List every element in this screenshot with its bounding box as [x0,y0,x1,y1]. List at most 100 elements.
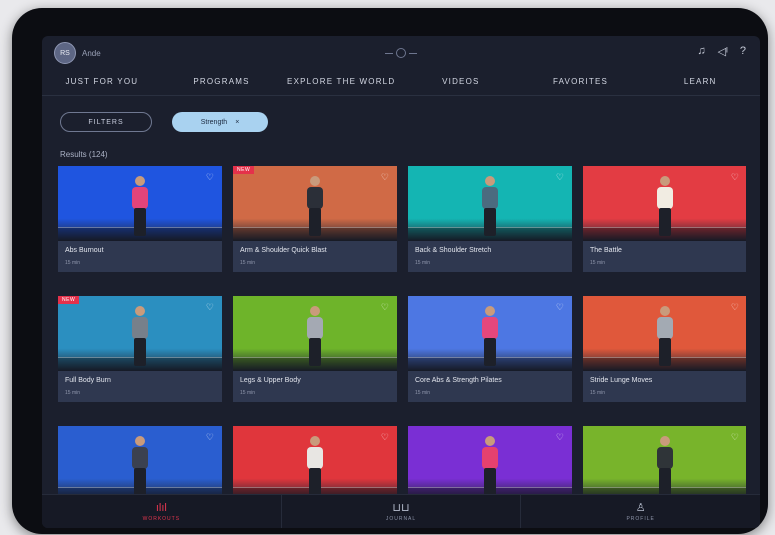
instructor-figure [305,306,325,366]
tab-divider [42,95,760,96]
instructor-figure [130,436,150,496]
video-card[interactable]: ♡ [58,426,222,496]
video-duration: 15 min [65,390,81,396]
video-title: Arm & Shoulder Quick Blast [240,247,327,254]
instructor-figure [480,436,500,496]
video-thumbnail: ♡ [408,426,572,496]
video-duration: 15 min [590,260,606,266]
app-logo-icon [376,46,426,60]
favorite-heart-icon[interactable]: ♡ [731,302,739,313]
instructor-figure [480,306,500,366]
video-thumbnail: ♡ [583,426,746,496]
tab-learn[interactable]: LEARN [640,72,760,96]
video-title: Abs Burnout [65,247,104,254]
instructor-figure [130,306,150,366]
nav-label: WORKOUTS [142,515,181,522]
tablet-frame: RS Ande ♫ ◁ᴵ ? JUST FOR YOU PROGRAMS EXP… [12,8,768,534]
nav-label: JOURNAL [385,515,417,522]
nav-workouts[interactable]: ılıl WORKOUTS [42,495,282,528]
filter-row: FILTERS Strength × [60,112,268,132]
strength-filter-chip[interactable]: Strength × [172,112,268,132]
favorite-heart-icon[interactable]: ♡ [206,302,214,313]
avatar[interactable]: RS [54,42,76,64]
video-card[interactable]: ♡ Core Abs & Strength Pilates 15 min [408,296,572,402]
video-title: Full Body Burn [65,377,111,384]
video-thumbnail: ♡ [408,296,572,371]
top-bar: RS Ande ♫ ◁ᴵ ? [42,36,760,70]
nav-journal[interactable]: ⊔⊔ JOURNAL [282,495,522,528]
video-card[interactable]: ♡ [408,426,572,496]
favorite-heart-icon[interactable]: ♡ [731,172,739,183]
video-card[interactable]: ♡ [233,426,397,496]
video-thumbnail: ♡ [233,426,397,496]
tab-programs[interactable]: PROGRAMS [162,72,282,96]
video-duration: 15 min [240,260,256,266]
tab-just-for-you[interactable]: JUST FOR YOU [42,72,162,96]
chip-label: Strength [200,118,228,126]
tab-explore-the-world[interactable]: EXPLORE THE WORLD [281,72,401,96]
user-name: Ande [82,48,101,58]
video-title: Legs & Upper Body [240,377,301,384]
video-thumbnail: ♡ [58,166,222,241]
video-thumbnail: ♡ [58,296,222,371]
favorite-heart-icon[interactable]: ♡ [206,172,214,183]
favorite-heart-icon[interactable]: ♡ [731,432,739,443]
video-card[interactable]: ♡ Abs Burnout 15 min [58,166,222,272]
favorite-heart-icon[interactable]: ♡ [381,302,389,313]
video-duration: 15 min [240,390,256,396]
favorite-heart-icon[interactable]: ♡ [556,432,564,443]
tab-videos[interactable]: VIDEOS [401,72,521,96]
video-thumbnail: ♡ [233,166,397,241]
favorite-heart-icon[interactable]: ♡ [381,172,389,183]
video-grid: ♡ Abs Burnout 15 min ♡ NEW Arm & Shoulder Qui… [58,166,746,496]
instructor-figure [130,176,150,236]
favorite-heart-icon[interactable]: ♡ [556,302,564,313]
video-card[interactable]: ♡ [583,426,746,496]
filters-button[interactable]: FILTERS [60,112,152,132]
video-card[interactable]: ♡ NEW Arm & Shoulder Quick Blast 15 min [233,166,397,272]
video-thumbnail: ♡ [583,166,746,241]
cast-icon[interactable]: ♫ [697,45,705,58]
video-duration: 15 min [415,260,431,266]
main-tabs: JUST FOR YOU PROGRAMS EXPLORE THE WORLD … [42,72,760,96]
video-thumbnail: ♡ [408,166,572,241]
instructor-figure [305,436,325,496]
sound-icon[interactable]: ◁ᴵ [718,45,728,58]
journal-icon: ⊔⊔ [392,501,410,514]
new-badge: NEW [233,166,255,174]
help-icon[interactable]: ? [740,45,746,58]
video-card[interactable]: ♡ Stride Lunge Moves 15 min [583,296,746,402]
workouts-icon: ılıl [155,501,167,514]
app-screen: RS Ande ♫ ◁ᴵ ? JUST FOR YOU PROGRAMS EXP… [42,36,760,528]
favorite-heart-icon[interactable]: ♡ [556,172,564,183]
video-title: The Battle [590,247,622,254]
video-card[interactable]: ♡ The Battle 15 min [583,166,746,272]
video-title: Stride Lunge Moves [590,377,653,384]
video-thumbnail: ♡ [233,296,397,371]
new-badge: NEW [58,296,80,304]
instructor-figure [655,306,675,366]
close-icon[interactable]: × [235,119,239,126]
video-card[interactable]: ♡ Back & Shoulder Stretch 15 min [408,166,572,272]
instructor-figure [655,176,675,236]
video-duration: 15 min [590,390,606,396]
favorite-heart-icon[interactable]: ♡ [206,432,214,443]
favorite-heart-icon[interactable]: ♡ [381,432,389,443]
instructor-figure [655,436,675,496]
results-count: Results (124) [60,150,108,159]
bottom-nav: ılıl WORKOUTS ⊔⊔ JOURNAL ♙ PROFILE [42,494,760,528]
instructor-figure [480,176,500,236]
video-duration: 15 min [415,390,431,396]
nav-profile[interactable]: ♙ PROFILE [521,495,760,528]
video-card[interactable]: ♡ Legs & Upper Body 15 min [233,296,397,402]
nav-label: PROFILE [626,515,655,522]
tab-favorites[interactable]: FAVORITES [521,72,641,96]
video-title: Core Abs & Strength Pilates [415,377,502,384]
instructor-figure [305,176,325,236]
video-card[interactable]: ♡ NEW Full Body Burn 15 min [58,296,222,402]
video-duration: 15 min [65,260,81,266]
top-icons: ♫ ◁ᴵ ? [697,45,746,58]
profile-icon: ♙ [635,501,646,514]
video-title: Back & Shoulder Stretch [415,247,492,254]
video-thumbnail: ♡ [58,426,222,496]
